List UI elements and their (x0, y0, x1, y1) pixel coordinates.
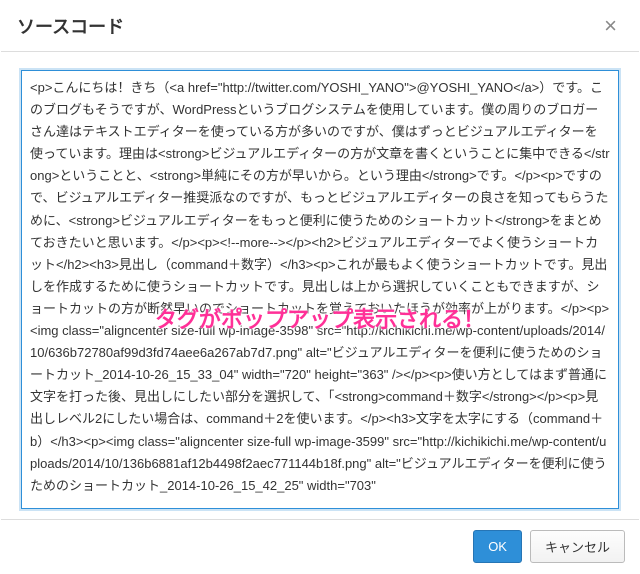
source-code-modal: ソースコード × タグがポップアップ表示される！ OK キャンセル (0, 0, 640, 574)
ok-button[interactable]: OK (473, 530, 522, 563)
close-icon[interactable]: × (598, 14, 623, 38)
modal-footer: OK キャンセル (1, 519, 639, 573)
source-code-textarea[interactable] (21, 70, 619, 509)
cancel-button[interactable]: キャンセル (530, 530, 625, 563)
modal-title: ソースコード (17, 13, 124, 39)
modal-body: タグがポップアップ表示される！ (1, 52, 639, 519)
modal-header: ソースコード × (1, 1, 639, 52)
